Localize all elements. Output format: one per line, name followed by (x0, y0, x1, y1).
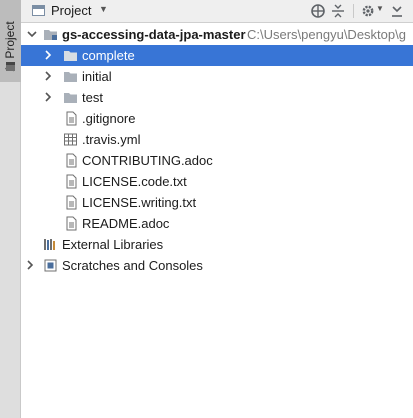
project-header: Project ▼ ▼ (21, 0, 413, 23)
tree-item-test[interactable]: test (21, 87, 413, 108)
tree-item-initial[interactable]: initial (21, 66, 413, 87)
chevron-down-icon[interactable]: ▼ (99, 4, 108, 14)
chevron-right-icon[interactable] (42, 91, 54, 103)
tree-item-label: LICENSE.code.txt (82, 174, 187, 189)
tree-item-contributing[interactable]: CONTRIBUTING.adoc (21, 150, 413, 171)
tree-item-travis[interactable]: .travis.yml (21, 129, 413, 150)
file-text-icon (66, 153, 77, 168)
tree-item-license-code[interactable]: LICENSE.code.txt (21, 171, 413, 192)
tree-item-label: LICENSE.writing.txt (82, 195, 197, 210)
tree-item-scratches[interactable]: Scratches and Consoles (21, 255, 413, 276)
root-name: gs-accessing-data-jpa-master (62, 27, 246, 42)
tree-item-readme[interactable]: README.adoc (21, 213, 413, 234)
gear-caret-icon[interactable]: ▼ (376, 4, 384, 13)
root-path: C:\Users\pengyu\Desktop\g (247, 27, 406, 42)
file-yaml-icon (64, 133, 77, 146)
tree-item-complete[interactable]: complete (21, 45, 413, 66)
folder-icon (64, 93, 77, 103)
tree-item-label: .gitignore (82, 111, 136, 126)
file-text-icon (66, 111, 77, 126)
tree-item-label: README.adoc (82, 216, 170, 231)
tree-item-label: Scratches and Consoles (62, 258, 203, 273)
tree-item-label: CONTRIBUTING.adoc (82, 153, 213, 168)
tree-item-label: External Libraries (62, 237, 164, 252)
module-folder-icon (44, 30, 57, 40)
file-text-icon (66, 174, 77, 189)
gear-icon[interactable] (360, 3, 376, 19)
hide-icon[interactable] (389, 3, 405, 19)
tree-root[interactable]: gs-accessing-data-jpa-master C:\Users\pe… (21, 24, 413, 45)
tree-item-label: initial (82, 69, 112, 84)
tree-item-label: .travis.yml (82, 132, 141, 147)
libraries-icon (44, 239, 55, 250)
tool-window-strip: 1: Project (0, 0, 21, 418)
tree-item-gitignore[interactable]: .gitignore (21, 108, 413, 129)
file-text-icon (66, 216, 77, 231)
chevron-right-icon[interactable] (42, 70, 54, 82)
collapse-all-icon[interactable] (330, 3, 346, 19)
chevron-right-icon[interactable] (42, 49, 54, 61)
tree-item-label: complete (82, 48, 135, 63)
project-tab-icon (6, 62, 15, 71)
globe-icon[interactable] (310, 3, 326, 19)
tree-item-label: test (82, 90, 103, 105)
project-view-selector[interactable]: Project (51, 3, 91, 18)
tree-item-license-writing[interactable]: LICENSE.writing.txt (21, 192, 413, 213)
chevron-down-icon[interactable] (26, 28, 38, 40)
tree-item-external-libraries[interactable]: External Libraries (21, 234, 413, 255)
folder-icon (64, 51, 77, 61)
header-divider (353, 4, 354, 18)
scratches-icon (44, 259, 57, 272)
folder-icon (64, 72, 77, 82)
chevron-right-icon[interactable] (24, 259, 36, 271)
file-text-icon (66, 195, 77, 210)
project-icon (32, 5, 45, 16)
